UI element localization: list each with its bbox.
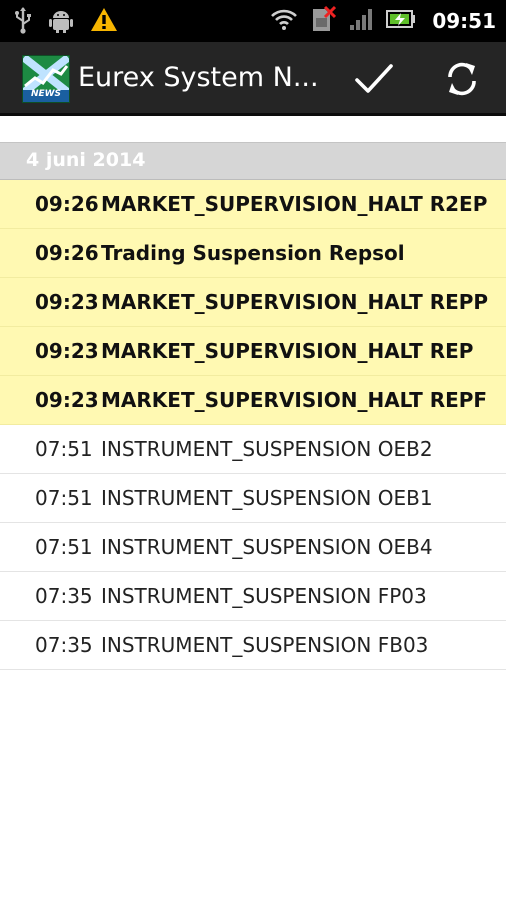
list-item[interactable]: 07:35 INSTRUMENT_SUSPENSION FP03 [0,572,506,621]
battery-charging-icon [386,8,416,34]
item-time: 07:51 [35,437,93,461]
signal-icon [348,6,374,36]
status-bar: 09:51 [0,0,506,42]
item-time: 07:35 [35,633,93,657]
check-icon [355,64,393,93]
item-title: Trading Suspension Repsol [101,241,405,265]
usb-icon [14,6,32,38]
item-time: 09:26 [35,192,99,216]
item-time: 09:23 [35,388,99,412]
item-title: MARKET_SUPERVISION_HALT REPF [101,388,488,412]
list-item[interactable]: 09:26 Trading Suspension Repsol [0,229,506,278]
list-item[interactable]: 09:23 MARKET_SUPERVISION_HALT REPF [0,376,506,425]
item-time: 07:51 [35,486,93,510]
status-bar-system: 09:51 [270,0,496,42]
refresh-icon [448,62,476,96]
list-item[interactable]: 09:23 MARKET_SUPERVISION_HALT REPP [0,278,506,327]
app-title: Eurex System N... [78,62,319,93]
no-sim-icon [310,5,337,37]
list-item[interactable]: 09:23 MARKET_SUPERVISION_HALT REP [0,327,506,376]
notification-list[interactable]: 4 juni 2014 09:26 MARKET_SUPERVISION_HALT… [0,116,506,900]
item-time: 09:23 [35,339,99,363]
item-time: 09:23 [35,290,99,314]
item-title: MARKET_SUPERVISION_HALT REPP [101,290,489,314]
item-title: INSTRUMENT_SUSPENSION OEB4 [101,535,433,559]
list-item[interactable]: 07:51 INSTRUMENT_SUSPENSION OEB1 [0,474,506,523]
item-title: INSTRUMENT_SUSPENSION OEB1 [101,486,433,510]
logo-text: NEWS [30,89,62,99]
item-title: MARKET_SUPERVISION_HALT R2EP [101,192,488,216]
item-title: INSTRUMENT_SUSPENSION FP03 [101,584,427,608]
item-title: INSTRUMENT_SUSPENSION FB03 [101,633,429,657]
mark-all-read-button[interactable] [348,55,400,103]
list-item[interactable]: 07:51 INSTRUMENT_SUSPENSION OEB2 [0,425,506,474]
android-debug-icon [48,6,74,38]
list-item[interactable]: 07:51 INSTRUMENT_SUSPENSION OEB4 [0,523,506,572]
item-title: MARKET_SUPERVISION_HALT REP [101,339,474,363]
list-item[interactable]: 07:35 INSTRUMENT_SUSPENSION FB03 [0,621,506,670]
wifi-icon [270,7,298,35]
list-rows: 09:26 MARKET_SUPERVISION_HALT R2EP 09:26 Tr… [0,180,506,670]
status-bar-notifications [14,6,118,38]
item-title: INSTRUMENT_SUSPENSION OEB2 [101,437,433,461]
action-bar: NEWS Eurex System N... [0,42,506,116]
warning-icon [90,7,118,37]
item-time: 07:35 [35,584,93,608]
item-time: 07:51 [35,535,93,559]
list-item[interactable]: 09:26 MARKET_SUPERVISION_HALT R2EP [0,180,506,229]
app-logo[interactable]: NEWS [22,55,70,103]
section-date: 4 juni 2014 [26,149,146,171]
refresh-button[interactable] [436,55,488,103]
clock: 09:51 [432,9,496,33]
item-time: 09:26 [35,241,99,265]
date-section-header: 4 juni 2014 [0,142,506,180]
